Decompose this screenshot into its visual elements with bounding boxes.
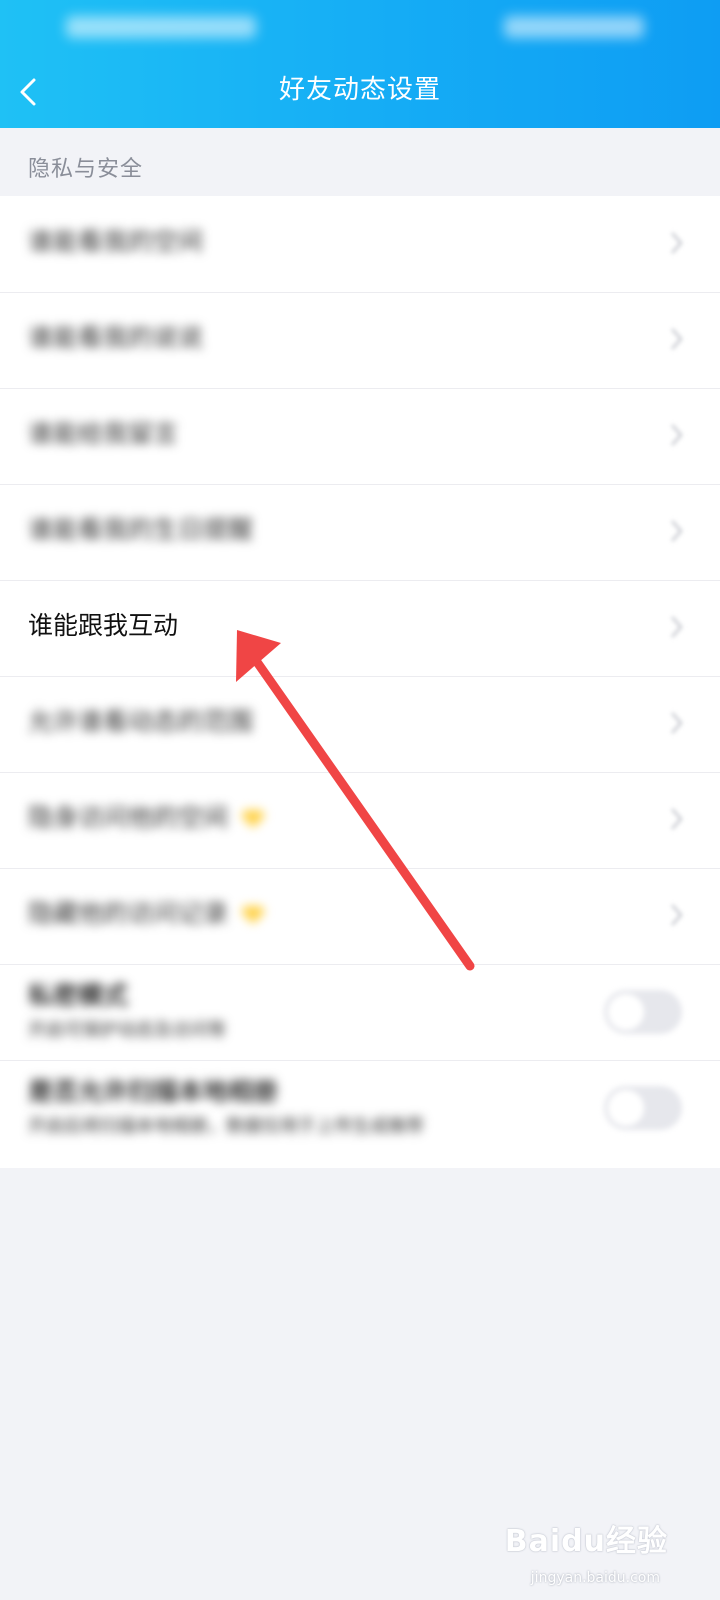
- toggle-row-scan-album: 是否允许扫描本地相册 开启后将扫描本地相册，数据仅用于上传生成推荐: [0, 1060, 720, 1168]
- section-header-privacy: 隐私与安全: [28, 157, 144, 182]
- list-item-interaction[interactable]: 谁能跟我互动: [0, 580, 720, 676]
- chevron-right-icon: [671, 616, 683, 638]
- list-item[interactable]: 谁能看我的空间: [0, 196, 720, 292]
- list-item-label: 谁能跟我互动: [28, 611, 179, 640]
- list-item-text: 隐藏他的访问记录: [28, 899, 229, 928]
- list-item-text: 隐身访问他的空间: [28, 803, 229, 832]
- chevron-right-icon: [671, 424, 683, 446]
- chevron-right-icon: [671, 712, 683, 734]
- list-item-label: 谁能看我的说说: [28, 323, 204, 352]
- toggle-label: 私密模式: [28, 981, 129, 1010]
- list-item-label: 谁能看我的生日提醒: [28, 515, 254, 544]
- status-bar-right: [504, 16, 644, 38]
- list-item[interactable]: 谁能给我留言: [0, 388, 720, 484]
- list-item-label: 谁能看我的空间: [28, 227, 204, 256]
- list-item-label: 允许谁看动态的范围: [28, 707, 254, 736]
- toggle-label: 是否允许扫描本地相册: [28, 1077, 279, 1106]
- list-item[interactable]: 谁能看我的生日提醒: [0, 484, 720, 580]
- chevron-right-icon: [671, 904, 683, 926]
- list-item[interactable]: 隐藏他的访问记录: [0, 868, 720, 964]
- list-item[interactable]: 允许谁看动态的范围: [0, 676, 720, 772]
- diamond-icon: [241, 810, 266, 828]
- scan-album-switch[interactable]: [604, 1086, 682, 1130]
- status-bar: [0, 0, 720, 56]
- toggle-description: 开启可保护动态及访问等: [28, 1020, 226, 1041]
- switch-knob: [608, 994, 644, 1030]
- page-title: 好友动态设置: [278, 75, 441, 105]
- toggle-description: 开启后将扫描本地相册，数据仅用于上传生成推荐: [28, 1116, 424, 1137]
- list-item[interactable]: 隐身访问他的空间: [0, 772, 720, 868]
- watermark-url: jingyan.baidu.com: [530, 1570, 660, 1586]
- toggle-row-private-mode: 私密模式 开启可保护动态及访问等: [0, 964, 720, 1060]
- chevron-right-icon: [671, 808, 683, 830]
- chevron-right-icon: [671, 328, 683, 350]
- chevron-right-icon: [671, 520, 683, 542]
- list-item-label: 谁能给我留言: [28, 419, 179, 448]
- settings-list: 谁能看我的空间 谁能看我的说说 谁能给我留言 谁能看我的生日提醒 谁能跟我互动 …: [0, 196, 720, 1168]
- status-bar-left: [66, 16, 256, 38]
- top-app-bar: 好友动态设置: [0, 0, 720, 128]
- watermark-logo: Baidu经验: [504, 1524, 668, 1559]
- chevron-right-icon: [671, 232, 683, 254]
- list-item-label: 隐身访问他的空间: [28, 798, 266, 838]
- list-item-label: 隐藏他的访问记录: [28, 894, 266, 934]
- list-item[interactable]: 谁能看我的说说: [0, 292, 720, 388]
- switch-knob: [608, 1090, 644, 1126]
- private-mode-switch[interactable]: [604, 990, 682, 1034]
- diamond-icon: [241, 906, 266, 924]
